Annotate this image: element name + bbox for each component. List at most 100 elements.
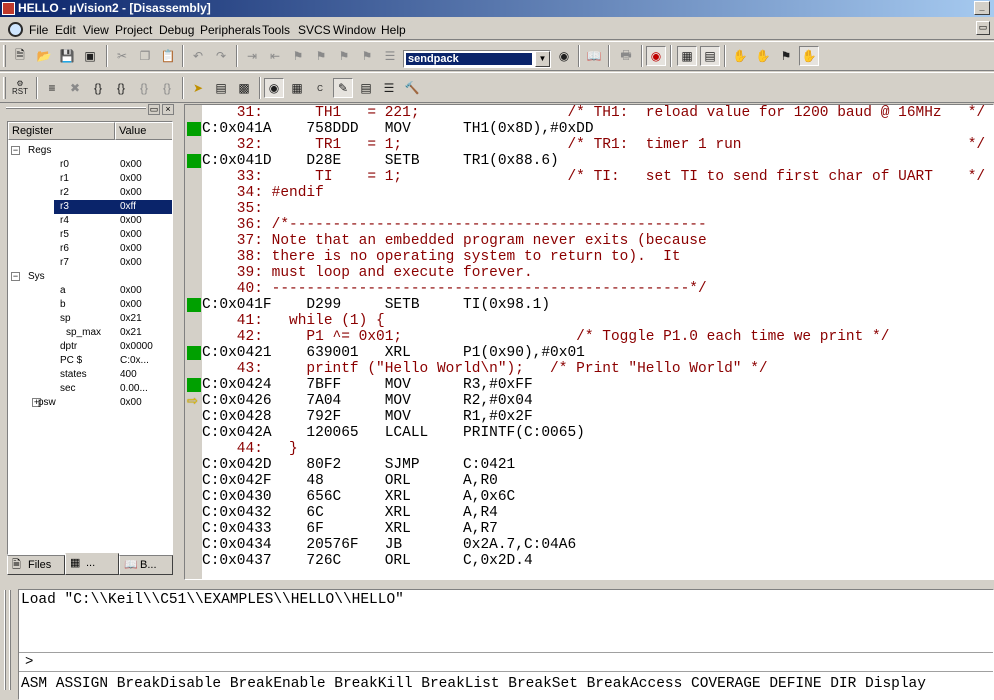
paste-icon[interactable]: 📋 bbox=[158, 46, 178, 66]
register-value[interactable]: 0x00 bbox=[120, 158, 142, 172]
find-in-files-icon[interactable]: ☰ bbox=[380, 46, 400, 66]
save-icon[interactable]: 💾 bbox=[57, 46, 77, 66]
document-icon[interactable] bbox=[8, 22, 23, 37]
find-value[interactable]: sendpack bbox=[406, 53, 532, 65]
kill-breakpoints-icon[interactable]: ✋ bbox=[753, 46, 773, 66]
menu-svcs[interactable]: SVCS bbox=[298, 23, 331, 37]
bookmark-icon[interactable]: ⚑ bbox=[288, 46, 308, 66]
menu-help[interactable]: Help bbox=[381, 23, 406, 37]
register-value[interactable]: 0x00 bbox=[120, 228, 142, 242]
menu-view[interactable]: View bbox=[83, 23, 109, 37]
step-over-icon[interactable]: {} bbox=[111, 78, 131, 98]
register-value[interactable]: 0x00 bbox=[120, 396, 142, 410]
new-file-icon[interactable]: 🗎 bbox=[10, 46, 30, 66]
source-line[interactable]: 37: Note that an embedded program never … bbox=[202, 233, 707, 249]
breakpoint-gutter[interactable]: ⇨ bbox=[185, 105, 202, 579]
menu-edit[interactable]: Edit bbox=[55, 23, 76, 37]
undo-icon[interactable]: ↶ bbox=[188, 46, 208, 66]
indent-icon[interactable]: ⇥ bbox=[242, 46, 262, 66]
workspace-icon[interactable]: ▦ bbox=[677, 46, 697, 66]
register-row[interactable]: sp_max 0x21 bbox=[8, 326, 172, 340]
asm-line[interactable]: C:0x0430 656C XRL A,0x6C bbox=[202, 489, 515, 505]
asm-line[interactable]: C:0x041F D299 SETB TI(0x98.1) bbox=[202, 297, 550, 313]
cut-icon[interactable]: ✂ bbox=[112, 46, 132, 66]
register-tree[interactable]: Register Value − Regs r0 0x00 r1 0x00 r2 0x00 r3… bbox=[7, 121, 173, 555]
find-combo[interactable]: sendpack ▼ bbox=[403, 50, 551, 68]
breakpoint-list-icon[interactable]: ⚑ bbox=[776, 46, 796, 66]
chevron-down-icon[interactable]: ▼ bbox=[535, 51, 550, 67]
menu-project[interactable]: Project bbox=[115, 23, 152, 37]
binoculars-icon[interactable]: ◉ bbox=[554, 46, 574, 66]
mdi-restore-button[interactable]: ▭ bbox=[976, 21, 990, 35]
memory-window-icon[interactable]: ▤ bbox=[356, 78, 376, 98]
open-folder-icon[interactable]: 📂 bbox=[34, 46, 54, 66]
register-window-icon[interactable]: ✎ bbox=[333, 78, 353, 98]
show-next-icon[interactable]: ✋ bbox=[799, 46, 819, 66]
clear-bookmarks-icon[interactable]: ⚑ bbox=[357, 46, 377, 66]
register-row[interactable]: r0 0x00 bbox=[8, 158, 172, 172]
source-line[interactable]: 40: ------------------------------------… bbox=[202, 281, 707, 297]
next-bookmark-icon[interactable]: ⚑ bbox=[334, 46, 354, 66]
register-value[interactable]: 0x00 bbox=[120, 298, 142, 312]
asm-line[interactable]: C:0x0428 792F MOV R1,#0x2F bbox=[202, 409, 533, 425]
column-header-register[interactable]: Register bbox=[8, 122, 115, 140]
register-row[interactable]: b 0x00 bbox=[8, 298, 172, 312]
minimize-button[interactable]: _ bbox=[974, 1, 990, 15]
unindent-icon[interactable]: ⇤ bbox=[265, 46, 285, 66]
collapse-icon[interactable]: − bbox=[11, 146, 20, 155]
register-value[interactable]: 0x21 bbox=[120, 326, 142, 340]
asm-line[interactable]: C:0x0437 726C ORL C,0x2D.4 bbox=[202, 553, 533, 569]
source-line[interactable]: 36: /*----------------------------------… bbox=[202, 217, 707, 233]
show-next-statement-icon[interactable]: ➤ bbox=[188, 78, 208, 98]
code-coverage-icon[interactable]: C bbox=[310, 78, 330, 98]
save-all-icon[interactable]: ▣ bbox=[80, 46, 100, 66]
trace-records-icon[interactable]: ▩ bbox=[234, 78, 254, 98]
asm-line[interactable]: C:0x0432 6C XRL A,R4 bbox=[202, 505, 498, 521]
run-to-cursor-icon[interactable]: {} bbox=[157, 78, 177, 98]
run-icon[interactable]: ≡ bbox=[42, 78, 62, 98]
disassembly-window-icon[interactable]: ◉ bbox=[264, 78, 284, 98]
source-line[interactable]: 41: while (1) { bbox=[202, 313, 385, 329]
register-value[interactable]: 0x00 bbox=[120, 172, 142, 186]
register-row[interactable]: + psw 0x00 bbox=[8, 396, 172, 410]
hand-icon[interactable]: ✋ bbox=[730, 46, 750, 66]
print-icon[interactable]: 🖶 bbox=[616, 46, 636, 66]
tab-registers[interactable]: ▦... bbox=[65, 553, 119, 575]
source-line[interactable]: 44: } bbox=[202, 441, 298, 457]
trace-icon[interactable]: ▤ bbox=[211, 78, 231, 98]
horizontal-splitter[interactable] bbox=[0, 580, 994, 584]
register-row[interactable]: states 400 bbox=[8, 368, 172, 382]
register-row[interactable]: − Regs bbox=[8, 144, 172, 158]
output-window-icon[interactable]: ▤ bbox=[700, 46, 720, 66]
asm-line[interactable]: C:0x0433 6F XRL A,R7 bbox=[202, 521, 498, 537]
project-options-icon[interactable]: 📖 bbox=[584, 46, 604, 66]
source-line[interactable]: 35: bbox=[202, 201, 272, 217]
column-header-value[interactable]: Value bbox=[115, 122, 172, 140]
copy-icon[interactable]: ❐ bbox=[135, 46, 155, 66]
watch-window-icon[interactable]: ▦ bbox=[287, 78, 307, 98]
register-row[interactable]: r6 0x00 bbox=[8, 242, 172, 256]
redo-icon[interactable]: ↷ bbox=[211, 46, 231, 66]
reset-button[interactable]: ⚙ RST bbox=[10, 78, 30, 98]
register-value[interactable]: 0x00 bbox=[120, 242, 142, 256]
step-into-icon[interactable]: {} bbox=[88, 78, 108, 98]
source-line[interactable]: 43: printf ("Hello World\n"); /* Print "… bbox=[202, 361, 768, 377]
register-value[interactable]: 0x00 bbox=[120, 186, 142, 200]
asm-line[interactable]: C:0x0424 7BFF MOV R3,#0xFF bbox=[202, 377, 533, 393]
stop-icon[interactable]: ✖ bbox=[65, 78, 85, 98]
tab-books[interactable]: 📖 B... bbox=[119, 555, 173, 575]
register-value[interactable]: 0x00 bbox=[120, 256, 142, 270]
register-row[interactable]: sp 0x21 bbox=[8, 312, 172, 326]
asm-line[interactable]: C:0x0426 7A04 MOV R2,#0x04 bbox=[202, 393, 533, 409]
register-value[interactable]: 0.00... bbox=[120, 382, 148, 396]
panel-restore-button[interactable]: ▭ bbox=[148, 104, 160, 115]
source-line[interactable]: 42: P1 ^= 0x01; /* Toggle P1.0 each time… bbox=[202, 329, 890, 345]
register-row[interactable]: r2 0x00 bbox=[8, 186, 172, 200]
source-line[interactable]: 38: there is no operating system to retu… bbox=[202, 249, 681, 265]
register-row[interactable]: r4 0x00 bbox=[8, 214, 172, 228]
register-value[interactable]: 0xff bbox=[120, 200, 136, 214]
debug-session-icon[interactable]: ◉ bbox=[646, 46, 666, 66]
asm-line[interactable]: C:0x0421 639001 XRL P1(0x90),#0x01 bbox=[202, 345, 585, 361]
asm-line[interactable]: C:0x042D 80F2 SJMP C:0421 bbox=[202, 457, 515, 473]
register-value[interactable]: C:0x... bbox=[120, 354, 149, 368]
